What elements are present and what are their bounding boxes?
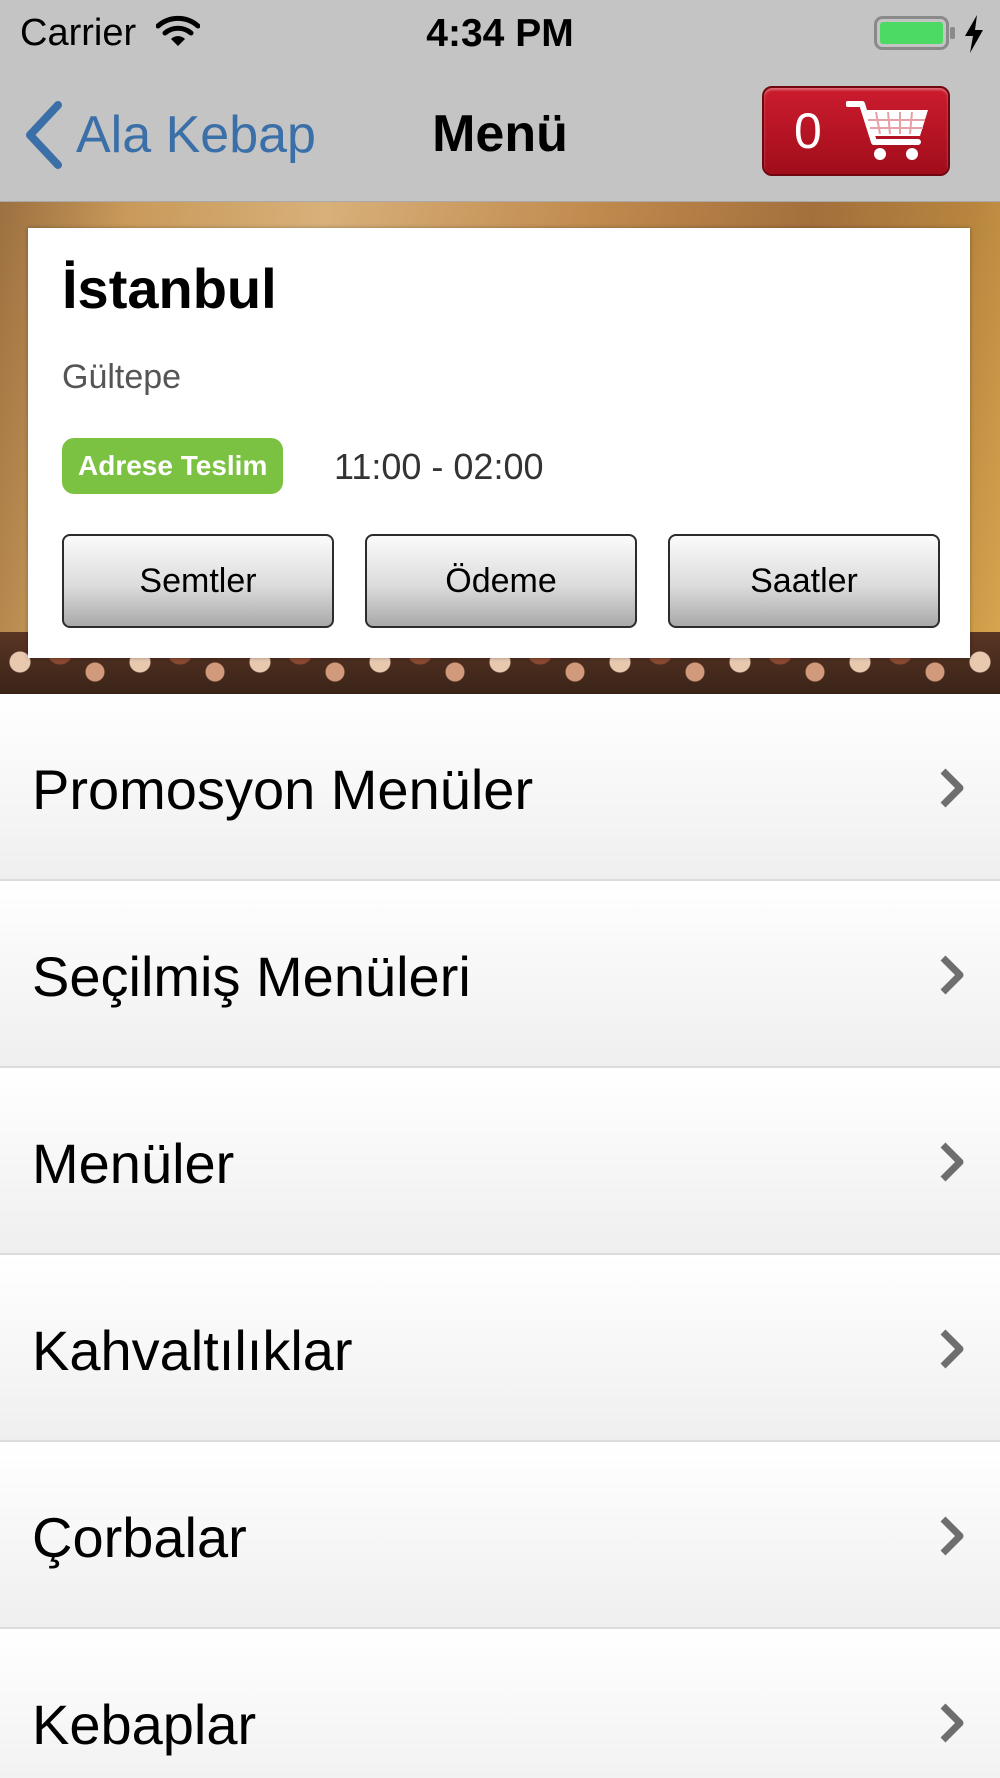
status-time: 4:34 PM [426, 12, 574, 55]
cart-count: 0 [794, 103, 822, 159]
battery-icon [874, 16, 955, 50]
chevron-right-icon [940, 1329, 964, 1369]
menu-item-label: Seçilmiş Menüleri [32, 945, 471, 1008]
chevron-right-icon [940, 768, 964, 808]
opening-hours: 11:00 - 02:00 [334, 446, 544, 487]
city-title: İstanbul [62, 257, 277, 320]
bolt-icon [965, 15, 983, 53]
hero-banner: İstanbul Gültepe Adrese Teslim 11:00 - 0… [0, 202, 1000, 694]
menu-category-list: Promosyon Menüler Seçilmiş Menüleri Menü… [0, 694, 1000, 1778]
menu-item-label: Kebaplar [32, 1693, 257, 1756]
menu-item-promosyon-menuler[interactable]: Promosyon Menüler [0, 694, 1000, 881]
payment-button[interactable]: Ödeme [365, 534, 637, 628]
districts-button[interactable]: Semtler [62, 534, 334, 628]
menu-item-menuler[interactable]: Menüler [0, 1068, 1000, 1255]
chevron-right-icon [940, 1703, 964, 1743]
nav-bar: Ala Kebap Menü 0 [0, 68, 1000, 202]
hours-button[interactable]: Saatler [668, 534, 940, 628]
back-label: Ala Kebap [76, 106, 316, 164]
delivery-badge: Adrese Teslim [62, 438, 284, 494]
chevron-right-icon [940, 1142, 964, 1182]
chevron-right-icon [940, 955, 964, 995]
district-label: Gültepe [62, 358, 182, 396]
menu-item-secilmis-menuleri[interactable]: Seçilmiş Menüleri [0, 881, 1000, 1068]
cart-button[interactable]: 0 [762, 86, 950, 176]
chevron-right-icon [940, 1516, 964, 1556]
back-button[interactable]: Ala Kebap [24, 98, 316, 172]
menu-item-kahvaltiliklar[interactable]: Kahvaltılıklar [0, 1255, 1000, 1442]
menu-item-corbalar[interactable]: Çorbalar [0, 1442, 1000, 1629]
menu-item-label: Promosyon Menüler [32, 758, 534, 821]
cart-icon [846, 101, 928, 160]
restaurant-info-card: İstanbul Gültepe Adrese Teslim 11:00 - 0… [28, 228, 970, 658]
menu-item-label: Kahvaltılıklar [32, 1319, 353, 1382]
menu-item-kebaplar[interactable]: Kebaplar [0, 1629, 1000, 1778]
menu-item-label: Menüler [32, 1132, 235, 1195]
status-bar: Carrier 4:34 PM [0, 0, 1000, 68]
chevron-left-icon [26, 101, 62, 169]
menu-item-label: Çorbalar [32, 1506, 247, 1569]
